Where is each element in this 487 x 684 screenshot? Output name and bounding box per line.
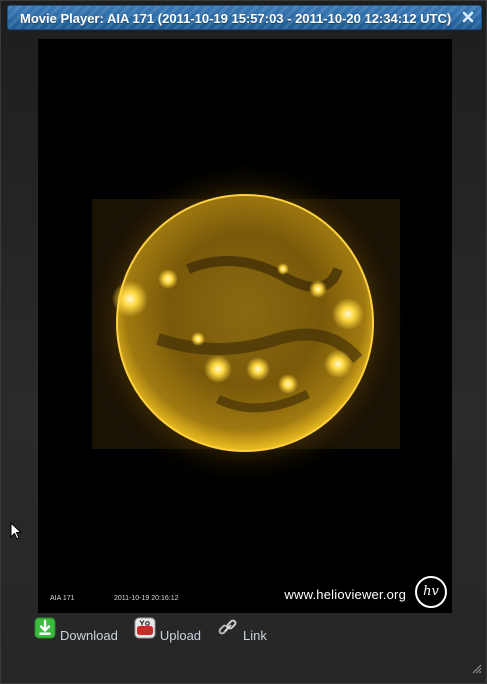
close-icon[interactable]	[461, 10, 475, 24]
layer-label: AIA 171	[50, 595, 75, 602]
dialog-title: Movie Player: AIA 171 (2011-10-19 15:57:…	[20, 11, 452, 26]
download-button[interactable]: Download	[34, 617, 118, 644]
mouse-pointer-icon	[10, 521, 23, 545]
sun-image	[80, 158, 410, 488]
download-icon	[34, 617, 56, 644]
link-button[interactable]: Link	[217, 617, 267, 644]
helioviewer-watermark: www.helioviewer.org	[284, 587, 406, 602]
upload-label: Upload	[159, 627, 202, 643]
upload-button[interactable]: Upload	[134, 617, 201, 644]
link-label: Link	[243, 627, 267, 643]
movie-actions-bar: Download Upload Link	[34, 617, 267, 643]
movie-player-dialog: Movie Player: AIA 171 (2011-10-19 15:57:…	[0, 0, 487, 684]
helioviewer-logo: hv	[415, 576, 447, 608]
link-icon	[217, 617, 239, 644]
movie-video-frame[interactable]: AIA 171 2011-10-19 20:16:12 www.heliovie…	[38, 39, 452, 613]
download-label: Download	[60, 627, 118, 643]
youtube-icon	[134, 617, 156, 644]
frame-timestamp: 2011-10-19 20:16:12	[114, 595, 179, 602]
dialog-titlebar[interactable]: Movie Player: AIA 171 (2011-10-19 15:57:…	[7, 5, 482, 30]
resize-grip-icon[interactable]	[472, 661, 482, 679]
